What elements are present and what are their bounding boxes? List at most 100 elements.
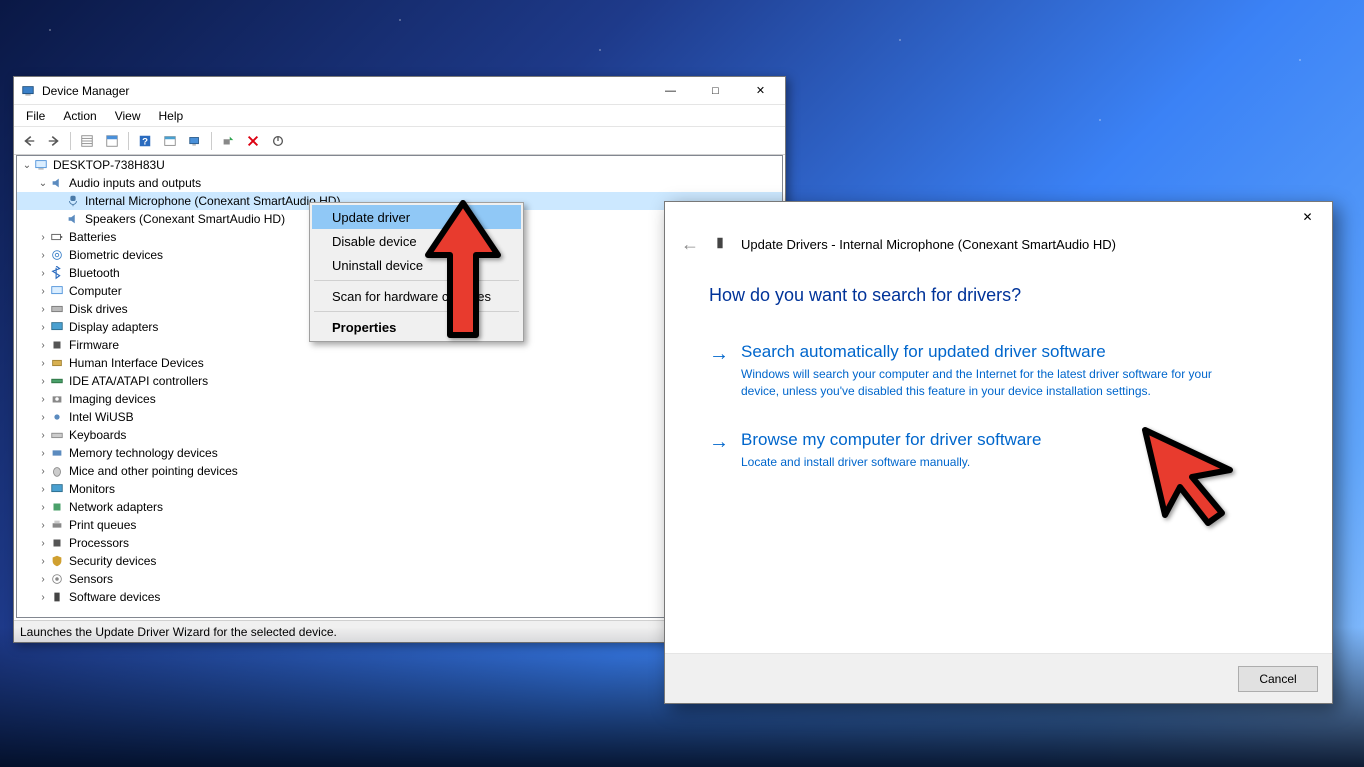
tree-node-label: Network adapters xyxy=(69,500,163,514)
chevron-right-icon[interactable]: › xyxy=(37,520,49,531)
minimize-button[interactable]: — xyxy=(648,77,693,105)
tree-node-label: Sensors xyxy=(69,572,113,586)
annotation-arrow-cursor xyxy=(1130,415,1245,533)
tree-node-label: Display adapters xyxy=(69,320,158,334)
tree-node-label: Firmware xyxy=(69,338,119,352)
maximize-button[interactable]: □ xyxy=(693,77,738,105)
menu-help[interactable]: Help xyxy=(151,107,192,125)
tree-node-audio[interactable]: ⌄ Audio inputs and outputs xyxy=(17,174,782,192)
back-button[interactable]: ← xyxy=(681,234,699,255)
tree-node-label: Human Interface Devices xyxy=(69,356,204,370)
dialog-title-bar[interactable]: ✕ xyxy=(665,202,1332,232)
hid-icon xyxy=(49,355,65,371)
chevron-right-icon[interactable]: › xyxy=(37,448,49,459)
chevron-right-icon[interactable]: › xyxy=(37,232,49,243)
chevron-right-icon[interactable]: › xyxy=(37,250,49,261)
tree-node-label: Memory technology devices xyxy=(69,446,218,460)
enable-button[interactable] xyxy=(267,130,289,152)
chevron-right-icon[interactable]: › xyxy=(37,502,49,513)
keyboard-icon xyxy=(49,427,65,443)
computer-icon xyxy=(49,283,65,299)
cpu-icon xyxy=(49,535,65,551)
microphone-icon xyxy=(65,193,81,209)
tree-node-label: IDE ATA/ATAPI controllers xyxy=(69,374,208,388)
chevron-right-icon[interactable]: › xyxy=(37,394,49,405)
chip-icon xyxy=(49,337,65,353)
status-text: Launches the Update Driver Wizard for th… xyxy=(20,625,337,639)
svg-text:?: ? xyxy=(142,136,148,147)
option-search-automatically[interactable]: → Search automatically for updated drive… xyxy=(709,336,1288,424)
network-icon xyxy=(49,499,65,515)
mouse-icon xyxy=(49,463,65,479)
title-bar[interactable]: Device Manager — □ ✕ xyxy=(14,77,785,105)
forward-button[interactable] xyxy=(43,130,65,152)
menu-file[interactable]: File xyxy=(18,107,53,125)
arrow-right-icon: → xyxy=(709,432,729,471)
shield-icon xyxy=(49,553,65,569)
action-button[interactable] xyxy=(159,130,181,152)
camera-icon xyxy=(49,391,65,407)
tree-node-label: Audio inputs and outputs xyxy=(69,176,201,190)
menu-view[interactable]: View xyxy=(107,107,149,125)
speaker-icon xyxy=(65,211,81,227)
tree-root-label: DESKTOP-738H83U xyxy=(53,158,165,172)
controller-icon xyxy=(49,373,65,389)
tree-node-label: Batteries xyxy=(69,230,116,244)
menu-bar: File Action View Help xyxy=(14,105,785,127)
printer-icon xyxy=(49,517,65,533)
scan-button[interactable] xyxy=(184,130,206,152)
speaker-icon xyxy=(49,175,65,191)
properties-button[interactable] xyxy=(101,130,123,152)
option-title: Browse my computer for driver software xyxy=(741,430,1041,450)
app-icon xyxy=(20,83,36,99)
chevron-right-icon[interactable]: › xyxy=(37,484,49,495)
tree-node-label: Intel WiUSB xyxy=(69,410,134,424)
chevron-down-icon[interactable]: ⌄ xyxy=(37,178,49,189)
chevron-right-icon[interactable]: › xyxy=(37,556,49,567)
tree-root[interactable]: ⌄ DESKTOP-738H83U xyxy=(17,156,782,174)
arrow-right-icon: → xyxy=(709,344,729,400)
toolbar: ? xyxy=(14,127,785,155)
chevron-right-icon[interactable]: › xyxy=(37,286,49,297)
chevron-right-icon[interactable]: › xyxy=(37,466,49,477)
chevron-right-icon[interactable]: › xyxy=(37,358,49,369)
help-button[interactable]: ? xyxy=(134,130,156,152)
chevron-right-icon[interactable]: › xyxy=(37,592,49,603)
menu-action[interactable]: Action xyxy=(55,107,104,125)
chevron-right-icon[interactable]: › xyxy=(37,376,49,387)
show-hide-tree-button[interactable] xyxy=(76,130,98,152)
usb-icon xyxy=(49,409,65,425)
uninstall-button[interactable] xyxy=(242,130,264,152)
chevron-right-icon[interactable]: › xyxy=(37,574,49,585)
chevron-right-icon[interactable]: › xyxy=(37,430,49,441)
tree-node-label: Bluetooth xyxy=(69,266,120,280)
tree-node-label: Disk drives xyxy=(69,302,128,316)
tree-node-label: Processors xyxy=(69,536,129,550)
chevron-right-icon[interactable]: › xyxy=(37,538,49,549)
monitor-icon xyxy=(49,481,65,497)
chevron-right-icon[interactable]: › xyxy=(37,412,49,423)
tree-node-label: Mice and other pointing devices xyxy=(69,464,238,478)
option-description: Locate and install driver software manua… xyxy=(741,454,1041,471)
tree-node-label: Speakers (Conexant SmartAudio HD) xyxy=(85,212,285,226)
tree-node-label: Security devices xyxy=(69,554,156,568)
close-button[interactable]: ✕ xyxy=(738,77,783,105)
battery-icon xyxy=(49,229,65,245)
sensor-icon xyxy=(49,571,65,587)
chevron-right-icon[interactable]: › xyxy=(37,304,49,315)
dialog-heading: How do you want to search for drivers? xyxy=(709,285,1288,306)
device-icon xyxy=(713,236,727,253)
annotation-arrow-up xyxy=(418,195,508,348)
close-button[interactable]: ✕ xyxy=(1285,202,1330,232)
chevron-right-icon[interactable]: › xyxy=(37,340,49,351)
tree-node-label: Imaging devices xyxy=(69,392,156,406)
update-driver-button[interactable] xyxy=(217,130,239,152)
cancel-button[interactable]: Cancel xyxy=(1238,666,1318,692)
chevron-right-icon[interactable]: › xyxy=(37,322,49,333)
chevron-right-icon[interactable]: › xyxy=(37,268,49,279)
chevron-down-icon[interactable]: ⌄ xyxy=(21,160,33,171)
tree-node-label: Internal Microphone (Conexant SmartAudio… xyxy=(85,194,340,208)
back-button[interactable] xyxy=(18,130,40,152)
tree-node-label: Keyboards xyxy=(69,428,126,442)
tree-node-label: Print queues xyxy=(69,518,136,532)
